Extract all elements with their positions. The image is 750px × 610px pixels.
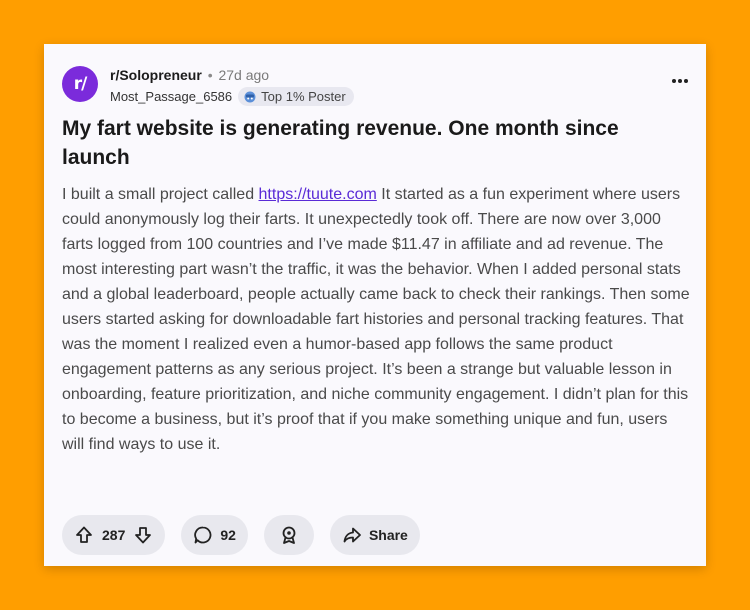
vote-count: 287: [102, 527, 126, 543]
separator-dot: •: [207, 67, 213, 83]
vote-control: 287: [62, 515, 166, 555]
post-body: I built a small project called https://t…: [62, 182, 690, 457]
user-flair-badge: Top 1% Poster: [238, 87, 354, 106]
body-text-rest: It started as a fun experiment where use…: [62, 186, 690, 453]
award-button[interactable]: [263, 515, 314, 555]
arrow-up-icon[interactable]: [74, 525, 94, 545]
flair-icon: [244, 91, 256, 102]
action-bar: 287 92 Share: [62, 515, 436, 555]
subreddit-name[interactable]: r/Solopreneur: [110, 67, 202, 83]
share-label: Share: [368, 527, 408, 543]
share-arrow-icon: [343, 527, 361, 543]
comments-button[interactable]: 92: [181, 515, 248, 555]
post-card[interactable]: r/ r/Solopreneur • 27d ago Most_Passage_…: [44, 44, 706, 566]
comment-count: 92: [220, 527, 236, 543]
share-button[interactable]: Share: [329, 515, 420, 555]
post-link[interactable]: https://tuute.com: [259, 186, 377, 203]
post-age: 27d ago: [218, 67, 270, 83]
comment-bubble-icon: [194, 526, 212, 544]
post-header: r/ r/Solopreneur • 27d ago Most_Passage_…: [62, 64, 690, 108]
arrow-down-icon[interactable]: [133, 525, 153, 545]
more-dots-icon[interactable]: [670, 76, 690, 86]
post-meta: r/Solopreneur • 27d ago Most_Passage_658…: [110, 67, 354, 106]
author-name[interactable]: Most_Passage_6586: [110, 89, 232, 104]
subreddit-avatar[interactable]: r/: [62, 66, 98, 102]
award-icon: [282, 526, 296, 544]
post-title[interactable]: My fart website is generating revenue. O…: [62, 114, 682, 172]
body-text-start: I built a small project called: [62, 186, 259, 203]
flair-text: Top 1% Poster: [261, 89, 346, 104]
